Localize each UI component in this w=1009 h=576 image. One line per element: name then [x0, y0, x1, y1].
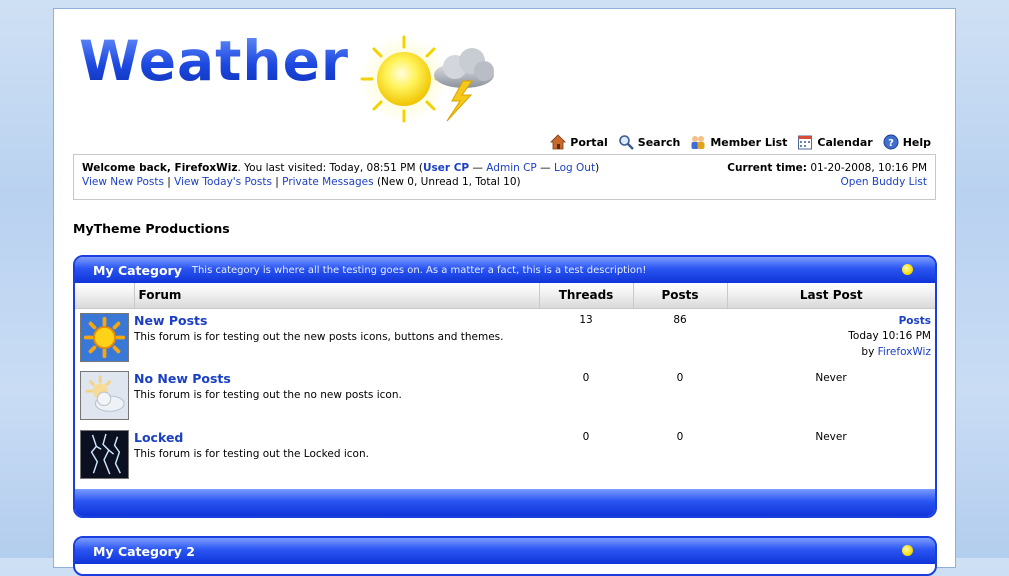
threads-count: 0	[582, 431, 590, 443]
forum-link-locked[interactable]: Locked	[134, 430, 539, 445]
nav-member-list[interactable]: Member List	[690, 134, 787, 150]
home-icon	[550, 134, 567, 150]
pipe-separator: |	[275, 176, 279, 188]
nav-calendar[interactable]: Calendar	[797, 134, 873, 150]
pipe-separator: |	[167, 176, 171, 188]
posts-count: 0	[676, 372, 684, 384]
nav-member-list-label: Member List	[710, 135, 788, 149]
collapse-sun-icon[interactable]	[902, 264, 913, 275]
forum-table: Forum Threads Posts Last Post New Posts …	[75, 283, 935, 485]
forum-column-header: Forum	[134, 283, 540, 309]
last-post-column-header: Last Post	[727, 283, 935, 309]
posts-count: 0	[676, 431, 684, 443]
table-row: Locked This forum is for testing out the…	[75, 426, 935, 485]
nav-calendar-label: Calendar	[817, 135, 873, 149]
collapse-sun-icon[interactable]	[902, 545, 913, 556]
welcome-greeting: Welcome back, FirefoxWiz	[82, 162, 238, 174]
admin-cp-link[interactable]: Admin CP	[486, 162, 536, 174]
view-todays-posts-link[interactable]: View Today's Posts	[174, 176, 272, 188]
calendar-icon	[798, 135, 813, 150]
weather-logo-icon	[360, 35, 494, 123]
last-post-user-link[interactable]: FirefoxWiz	[878, 346, 931, 358]
forum-description: This forum is for testing out the Locked…	[134, 448, 369, 460]
last-post-never: Never	[815, 431, 847, 443]
forum-link-new-posts[interactable]: New Posts	[134, 313, 539, 328]
nav-help-label: Help	[902, 135, 931, 149]
category-title[interactable]: My Category	[93, 263, 182, 278]
welcome-left: Welcome back, FirefoxWiz. You last visit…	[82, 161, 599, 175]
separator: —	[469, 162, 487, 174]
last-post-by: by	[861, 345, 875, 358]
category-title[interactable]: My Category 2	[93, 544, 195, 559]
search-icon	[618, 135, 634, 150]
icon-column-header	[75, 283, 135, 309]
table-row: No New Posts This forum is for testing o…	[75, 367, 935, 426]
svg-text:?: ?	[888, 138, 894, 149]
last-post-link[interactable]: Posts	[899, 315, 931, 327]
user-cp-link[interactable]: User CP	[423, 162, 469, 174]
welcome-links: View New Posts | View Today's Posts | Pr…	[82, 175, 521, 189]
last-visited-text: . You last visited: Today, 08:51 PM (	[237, 162, 423, 174]
top-navigation: Portal Search Member List Calendar ? Hel…	[550, 134, 931, 150]
current-time: Current time: 01-20-2008, 10:16 PM	[727, 161, 927, 175]
members-icon	[691, 136, 705, 149]
category-description: This category is where all the testing g…	[191, 264, 647, 276]
nav-portal-label: Portal	[570, 135, 608, 149]
sunny-icon	[80, 312, 129, 362]
threads-count: 0	[582, 372, 590, 384]
lightning-icon	[80, 430, 129, 479]
threads-count: 13	[579, 313, 593, 326]
current-time-value: 01-20-2008, 10:16 PM	[810, 162, 927, 174]
page-container: Weather Portal Search Member List Calend…	[53, 8, 956, 576]
forum-description: This forum is for testing out the no new…	[134, 389, 402, 401]
nav-help[interactable]: ? Help	[883, 134, 931, 150]
category-header: My Category This category is where all t…	[75, 257, 935, 283]
forum-description: This forum is for testing out the new po…	[134, 330, 504, 343]
forum-link-no-new-posts[interactable]: No New Posts	[134, 371, 539, 386]
posts-column-header: Posts	[633, 283, 728, 309]
site-logo-text[interactable]: Weather	[79, 29, 349, 93]
nav-search-label: Search	[637, 135, 681, 149]
category-block-2: My Category 2	[73, 536, 937, 576]
pm-counts: (New 0, Unread 1, Total 10)	[376, 176, 521, 188]
last-post-never: Never	[815, 372, 847, 384]
welcome-panel: Welcome back, FirefoxWiz. You last visit…	[73, 154, 936, 200]
private-messages-link[interactable]: Private Messages	[282, 176, 373, 188]
board-title: MyTheme Productions	[73, 221, 230, 236]
nav-search[interactable]: Search	[618, 134, 681, 150]
current-time-label: Current time:	[727, 162, 807, 174]
close-paren: )	[595, 162, 600, 174]
logout-link[interactable]: Log Out	[554, 162, 595, 174]
posts-count: 86	[673, 313, 687, 326]
view-new-posts-link[interactable]: View New Posts	[82, 176, 164, 188]
open-buddy-list-link[interactable]: Open Buddy List	[841, 176, 927, 188]
category-header: My Category 2	[75, 538, 935, 564]
last-post-time: Today 10:16 PM	[848, 330, 931, 342]
threads-column-header: Threads	[539, 283, 634, 309]
table-row: New Posts This forum is for testing out …	[75, 308, 935, 367]
category-footer	[75, 489, 935, 516]
category-block: My Category This category is where all t…	[73, 255, 937, 518]
separator: —	[536, 162, 554, 174]
partly-cloudy-icon	[80, 371, 129, 420]
help-icon: ?	[883, 134, 899, 150]
nav-portal[interactable]: Portal	[550, 134, 608, 150]
